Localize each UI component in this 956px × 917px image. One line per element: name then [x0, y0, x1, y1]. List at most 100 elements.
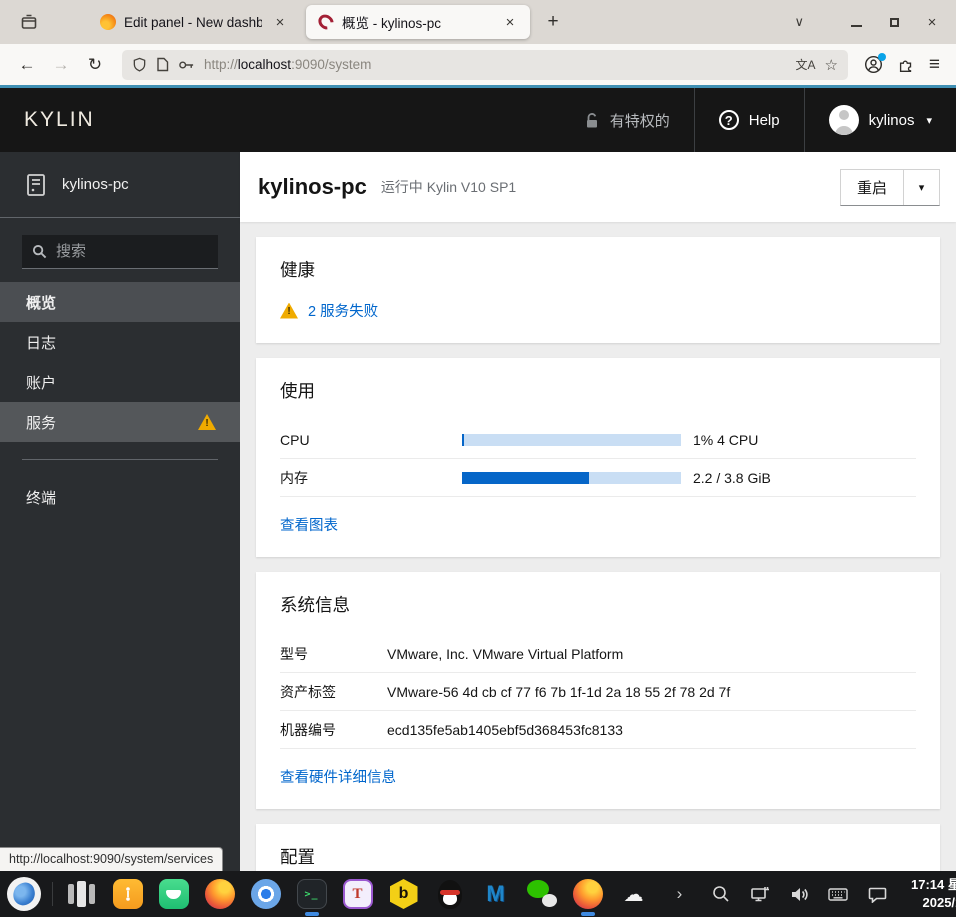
messages-icon[interactable]	[864, 877, 890, 912]
sidebar-item-label: 服务	[26, 414, 57, 432]
taskbar-search-icon[interactable]	[708, 877, 734, 912]
content-scroll[interactable]: 健康 ! 2 服务失败 使用 CPU 1% 4 CPU 内存 2.2 / 3.8…	[240, 222, 956, 871]
task-view-icon	[68, 881, 95, 907]
model-label: 型号	[280, 645, 308, 662]
translate-icon[interactable]: 文A	[795, 56, 815, 73]
privileged-indicator[interactable]: 有特权的	[560, 88, 694, 152]
sidebar-item-label: 账户	[26, 374, 57, 392]
card-title: 使用	[280, 381, 315, 401]
list-all-tabs-icon[interactable]: ∨	[794, 14, 804, 30]
sidebar-item-label: 终端	[26, 489, 57, 507]
firefox-icon-2[interactable]	[570, 877, 605, 916]
sidebar-item-logs[interactable]: 日志	[0, 322, 240, 362]
card-link-row: 查看硬件详细信息	[280, 766, 916, 787]
chromium-icon[interactable]	[248, 877, 283, 912]
warning-icon: !	[280, 302, 298, 319]
taskbar-clock[interactable]: 17:14 星期四 2025/11/06	[903, 876, 956, 911]
card-link-row: 查看图表	[280, 514, 916, 535]
masthead: KYLIN 有特权的 ? Help kylinos ▾	[0, 88, 956, 152]
running-indicator	[304, 911, 319, 916]
browser-tab-cockpit[interactable]: 概览 - kylinos-pc ×	[306, 5, 530, 39]
reload-button[interactable]: ↻	[80, 50, 110, 80]
keyboard-icon[interactable]	[825, 877, 851, 912]
sidebar-item-overview[interactable]: 概览	[0, 282, 240, 322]
configuration-card: 配置 主机名 kylinos-pc 编辑	[256, 824, 940, 871]
extensions-puzzle-icon[interactable]	[897, 56, 915, 74]
back-button[interactable]: ←	[12, 50, 42, 80]
tab-title: 概览 - kylinos-pc	[342, 16, 442, 31]
tab-close-icon[interactable]: ×	[270, 14, 290, 31]
username: kylinos	[868, 111, 915, 129]
app-icon-green-store[interactable]	[156, 877, 191, 912]
sidebar: kylinos-pc 概览 日志 账户 服务	[0, 152, 240, 871]
card-title: 健康	[280, 260, 315, 280]
sidebar-item-terminal[interactable]: 终端	[0, 477, 240, 517]
browser-toolbar: ← → ↻ http://localhost:9090/system 文A ☆	[0, 44, 956, 85]
volume-icon[interactable]	[786, 877, 812, 912]
help-menu[interactable]: ? Help	[693, 88, 804, 152]
info-row-asset-tag: 资产标签 VMware-56 4d cb cf 77 f6 7b 1f-1d 2…	[280, 673, 916, 711]
maximize-button[interactable]	[886, 14, 902, 30]
wechat-icon[interactable]	[524, 877, 559, 912]
cpu-label: CPU	[280, 431, 310, 448]
qq-icon[interactable]	[432, 877, 467, 912]
usage-row-memory: 内存 2.2 / 3.8 GiB	[280, 459, 916, 497]
grafana-icon	[100, 14, 116, 30]
shield-icon[interactable]	[132, 57, 147, 72]
server-icon	[27, 173, 45, 196]
usage-card: 使用 CPU 1% 4 CPU 内存 2.2 / 3.8 GiB 查看图表	[256, 358, 940, 557]
weather-cloud-icon[interactable]: ☁	[616, 877, 651, 912]
app-icon-text-editor[interactable]: T	[340, 877, 375, 912]
restart-button[interactable]: 重启	[841, 170, 903, 205]
hardware-details-link[interactable]: 查看硬件详细信息	[280, 770, 396, 786]
view-graphs-link[interactable]: 查看图表	[280, 518, 338, 534]
content-header: kylinos-pc 运行中 Kylin V10 SP1 重启 ▾	[240, 152, 956, 222]
browser-tab-grafana[interactable]: Edit panel - New dashboard ×	[88, 5, 300, 39]
card-title: 配置	[280, 847, 315, 867]
info-row-model: 型号 VMware, Inc. VMware Virtual Platform	[280, 635, 916, 673]
machine-id-label: 机器编号	[280, 721, 336, 738]
key-icon[interactable]	[178, 59, 195, 71]
firefox-view-icon[interactable]	[14, 7, 44, 37]
app-icon-yellow-hexagon[interactable]: b	[386, 877, 421, 912]
account-icon[interactable]	[864, 53, 886, 74]
forward-button[interactable]: →	[46, 50, 76, 80]
page-info-icon[interactable]	[156, 57, 169, 72]
sidebar-item-accounts[interactable]: 账户	[0, 362, 240, 402]
mail-icon[interactable]: M	[478, 877, 513, 912]
tab-title: Edit panel - New dashboard	[124, 14, 262, 30]
machine-id-value: ecd135fe5ab1405ebf5d368453fc8133	[387, 721, 623, 738]
terminal-icon[interactable]: >_	[294, 877, 329, 916]
kylin-logo-icon	[10, 880, 37, 908]
task-view-button[interactable]	[64, 877, 99, 912]
card-title: 系统信息	[280, 595, 350, 615]
menu-hamburger-icon[interactable]: ≡	[929, 54, 940, 76]
url-text[interactable]: http://localhost:9090/system	[204, 57, 786, 72]
sidebar-divider	[22, 459, 218, 460]
bookmark-star-icon[interactable]: ☆	[824, 56, 837, 74]
clock-date: 2025/11/06	[922, 895, 956, 910]
privileged-label: 有特权的	[609, 112, 670, 130]
firefox-icon[interactable]	[202, 877, 237, 912]
url-bar[interactable]: http://localhost:9090/system 文A ☆	[122, 49, 848, 80]
search-input[interactable]	[56, 243, 196, 260]
network-icon[interactable]	[747, 877, 773, 912]
avatar	[828, 105, 859, 135]
taskbar: >_ T b M ☁ › 17:14 星期四	[0, 871, 956, 917]
sidebar-item-services[interactable]: 服务 !	[0, 402, 240, 442]
taskbar-expand-chevron[interactable]: ›	[662, 877, 697, 912]
user-menu[interactable]: kylinos ▾	[803, 88, 956, 152]
help-label: Help	[748, 111, 780, 129]
host-selector[interactable]: kylinos-pc	[0, 152, 240, 218]
cpu-value: 1% 4 CPU	[693, 431, 759, 448]
screen: Edit panel - New dashboard × 概览 - kylino…	[0, 0, 956, 917]
minimize-button[interactable]	[848, 14, 864, 30]
app-icon-orange-circuit[interactable]	[110, 877, 145, 912]
tab-close-icon[interactable]: ×	[500, 14, 520, 31]
kylin-start-button[interactable]	[6, 877, 41, 912]
close-button[interactable]: ×	[924, 14, 940, 31]
new-tab-button[interactable]: +	[538, 7, 568, 37]
restart-caret-button[interactable]: ▾	[903, 169, 939, 205]
failed-services-link[interactable]: 2 服务失败	[308, 300, 378, 321]
sidebar-search[interactable]	[22, 235, 218, 269]
